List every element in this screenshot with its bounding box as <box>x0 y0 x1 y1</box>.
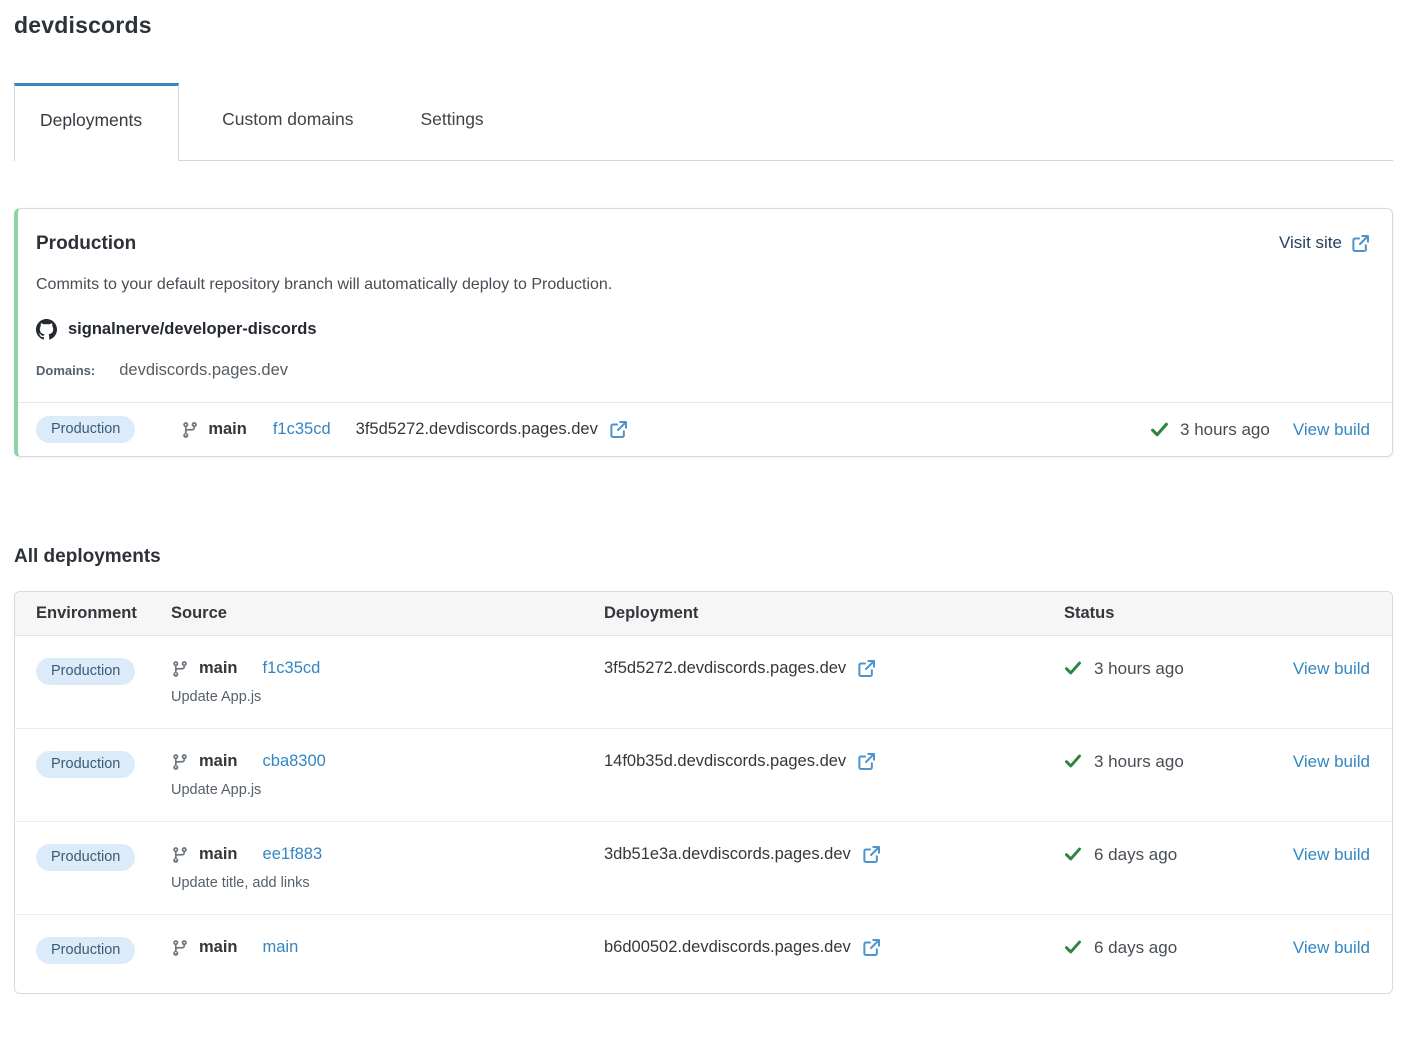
external-link-icon[interactable] <box>862 938 881 957</box>
view-build-link[interactable]: View build <box>1293 752 1370 771</box>
commit-link[interactable]: main <box>263 938 299 957</box>
environment-badge: Production <box>36 658 135 685</box>
status-time: 3 hours ago <box>1094 752 1184 772</box>
tab-deployments[interactable]: Deployments <box>14 83 179 161</box>
git-branch-icon <box>171 939 189 957</box>
production-card: Production Visit site Commits to your de… <box>14 208 1393 457</box>
external-link-icon <box>1351 234 1370 253</box>
commit-message: Update App.js <box>171 782 604 798</box>
git-branch-icon <box>171 660 189 678</box>
table-row: Production main ee1f883 Update title, ad… <box>15 822 1392 915</box>
environment-badge: Production <box>36 937 135 964</box>
view-build-link[interactable]: View build <box>1293 845 1370 864</box>
deployment-url: b6d00502.devdiscords.pages.dev <box>604 938 851 957</box>
git-branch-icon <box>181 421 199 439</box>
commit-message: Update App.js <box>171 689 604 705</box>
column-header-source: Source <box>171 604 604 623</box>
check-icon <box>1064 659 1082 677</box>
branch-name: main <box>199 938 238 957</box>
git-branch-icon <box>171 753 189 771</box>
branch-name: main <box>199 752 238 771</box>
view-build-link[interactable]: View build <box>1293 659 1370 678</box>
domains-row: Domains: devdiscords.pages.dev <box>36 361 1370 380</box>
environment-badge: Production <box>36 844 135 871</box>
commit-message: Update title, add links <box>171 875 604 891</box>
branch-name: main <box>208 420 247 439</box>
column-header-deployment: Deployment <box>604 604 1064 623</box>
table-row: Production main f1c35cd Update App.js 3f… <box>15 636 1392 729</box>
status-time: 6 days ago <box>1094 845 1177 865</box>
external-link-icon[interactable] <box>609 420 628 439</box>
visit-site-link[interactable]: Visit site <box>1279 233 1370 253</box>
column-header-status: Status <box>1064 604 1276 623</box>
commit-link[interactable]: f1c35cd <box>273 420 331 439</box>
git-branch-icon <box>171 846 189 864</box>
visit-site-label: Visit site <box>1279 233 1342 253</box>
deployment-url: 3f5d5272.devdiscords.pages.dev <box>356 420 598 439</box>
check-icon <box>1064 752 1082 770</box>
external-link-icon[interactable] <box>857 659 876 678</box>
commit-link[interactable]: cba8300 <box>263 752 326 771</box>
tab-settings-label: Settings <box>420 109 483 129</box>
tab-deployments-label: Deployments <box>40 110 142 130</box>
production-deployment-row: Production main f1c35cd 3f5d5272.devdisc… <box>18 402 1392 456</box>
branch-name: main <box>199 659 238 678</box>
external-link-icon[interactable] <box>857 752 876 771</box>
production-card-description: Commits to your default repository branc… <box>36 276 1370 294</box>
domains-label: Domains: <box>36 363 95 378</box>
deployment-url: 14f0b35d.devdiscords.pages.dev <box>604 752 846 771</box>
tab-custom-domains-label: Custom domains <box>222 109 353 129</box>
environment-badge: Production <box>36 416 135 443</box>
repo-link[interactable]: signalnerve/developer-discords <box>36 319 1370 340</box>
deployments-table-body: Production main f1c35cd Update App.js 3f… <box>15 636 1392 993</box>
repo-name: signalnerve/developer-discords <box>68 320 317 339</box>
github-icon <box>36 319 57 340</box>
check-icon <box>1064 938 1082 956</box>
tab-bar: Deployments Custom domains Settings <box>14 83 1393 161</box>
environment-badge: Production <box>36 751 135 778</box>
domains-value: devdiscords.pages.dev <box>119 361 288 380</box>
status-time: 3 hours ago <box>1180 420 1270 440</box>
deployment-url: 3f5d5272.devdiscords.pages.dev <box>604 659 846 678</box>
check-icon <box>1150 420 1169 439</box>
view-build-link[interactable]: View build <box>1293 420 1370 440</box>
production-card-title: Production <box>36 233 136 255</box>
table-row: Production main main b6d00502.devdiscord… <box>15 915 1392 993</box>
tab-settings[interactable]: Settings <box>396 83 507 160</box>
deployments-table-header: Environment Source Deployment Status <box>15 592 1392 636</box>
commit-link[interactable]: f1c35cd <box>263 659 321 678</box>
deployment-url: 3db51e3a.devdiscords.pages.dev <box>604 845 851 864</box>
branch-name: main <box>199 845 238 864</box>
column-header-environment: Environment <box>36 604 171 623</box>
table-row: Production main cba8300 Update App.js 14… <box>15 729 1392 822</box>
view-build-link[interactable]: View build <box>1293 938 1370 957</box>
commit-link[interactable]: ee1f883 <box>263 845 323 864</box>
status-time: 3 hours ago <box>1094 659 1184 679</box>
page: devdiscords Deployments Custom domains S… <box>0 0 1413 1004</box>
external-link-icon[interactable] <box>862 845 881 864</box>
check-icon <box>1064 845 1082 863</box>
status-time: 6 days ago <box>1094 938 1177 958</box>
page-title: devdiscords <box>14 12 1393 39</box>
tab-custom-domains[interactable]: Custom domains <box>198 83 377 160</box>
deployments-table: Environment Source Deployment Status Pro… <box>14 591 1393 994</box>
all-deployments-title: All deployments <box>14 546 1393 568</box>
